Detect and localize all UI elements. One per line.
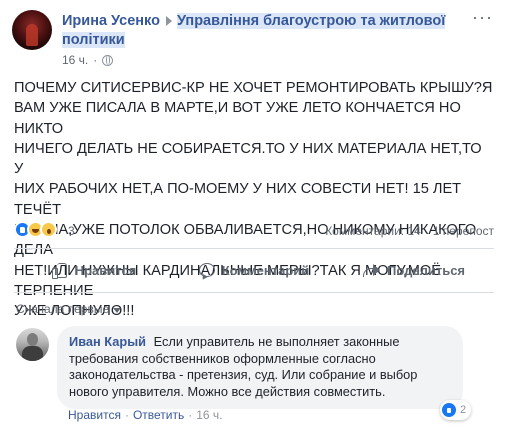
comment-bubble-icon bbox=[198, 263, 215, 277]
comment-reaction-count: 2 bbox=[460, 404, 467, 416]
stats-row: 3 Комментарии: 14 1 перепост bbox=[14, 219, 494, 241]
author-name-link[interactable]: Ирина Усенко bbox=[62, 13, 160, 29]
comment-button-label: Комментарий bbox=[221, 262, 310, 278]
reaction-icons[interactable] bbox=[14, 221, 57, 238]
commenter-name-link[interactable]: Иван Карый bbox=[69, 334, 146, 349]
divider bbox=[14, 248, 494, 249]
comment-time[interactable]: 16 ч. bbox=[196, 408, 222, 422]
comment-actions: Нравится · Ответить · 16 ч. bbox=[68, 408, 223, 422]
post-header: Ирина Усенко Управління благоустрою та жи… bbox=[12, 8, 495, 70]
comments-count-link[interactable]: Комментарии: 14 bbox=[325, 224, 421, 238]
post-time[interactable]: 16 ч. bbox=[62, 53, 88, 67]
comment-like-link[interactable]: Нравится bbox=[68, 408, 121, 422]
comment-button[interactable]: Комментарий bbox=[174, 254, 334, 286]
thumbs-up-icon bbox=[51, 262, 68, 279]
globe-icon[interactable] bbox=[102, 54, 114, 66]
right-stats: Комментарии: 14 1 перепост bbox=[325, 224, 494, 238]
arrow-right-icon bbox=[165, 15, 172, 26]
post-actions: Нравится Комментарий Поделиться bbox=[14, 254, 494, 286]
comment-sort-dropdown[interactable]: Сначала первые bbox=[16, 302, 122, 316]
separator: · bbox=[124, 408, 129, 422]
sort-label: Сначала первые bbox=[16, 302, 110, 316]
share-arrow-icon bbox=[362, 263, 380, 277]
comment-reply-link[interactable]: Ответить bbox=[133, 408, 184, 422]
share-button-label: Поделиться bbox=[386, 262, 466, 278]
separator: · bbox=[188, 408, 193, 422]
share-button[interactable]: Поделиться bbox=[334, 254, 494, 286]
comment-bubble: Иван Карый Если управитель не выполняет … bbox=[57, 326, 463, 410]
like-button-label: Нравится bbox=[74, 262, 137, 278]
post-meta: 16 ч. · bbox=[62, 53, 114, 67]
divider bbox=[14, 292, 494, 293]
commenter-avatar[interactable] bbox=[16, 328, 49, 361]
reaction-count[interactable]: 3 bbox=[68, 224, 75, 238]
like-reaction-icon bbox=[442, 403, 456, 417]
like-button[interactable]: Нравится bbox=[14, 254, 174, 286]
comment-reactions[interactable]: 2 bbox=[440, 400, 472, 420]
author-avatar[interactable] bbox=[12, 10, 52, 50]
author-line: Ирина Усенко Управління благоустрою та жи… bbox=[62, 12, 472, 50]
chevron-down-icon bbox=[113, 307, 122, 313]
more-options-button[interactable]: ··· bbox=[472, 8, 493, 26]
shares-count-link[interactable]: 1 перепост bbox=[433, 224, 494, 238]
wow-reaction-icon bbox=[40, 221, 57, 238]
